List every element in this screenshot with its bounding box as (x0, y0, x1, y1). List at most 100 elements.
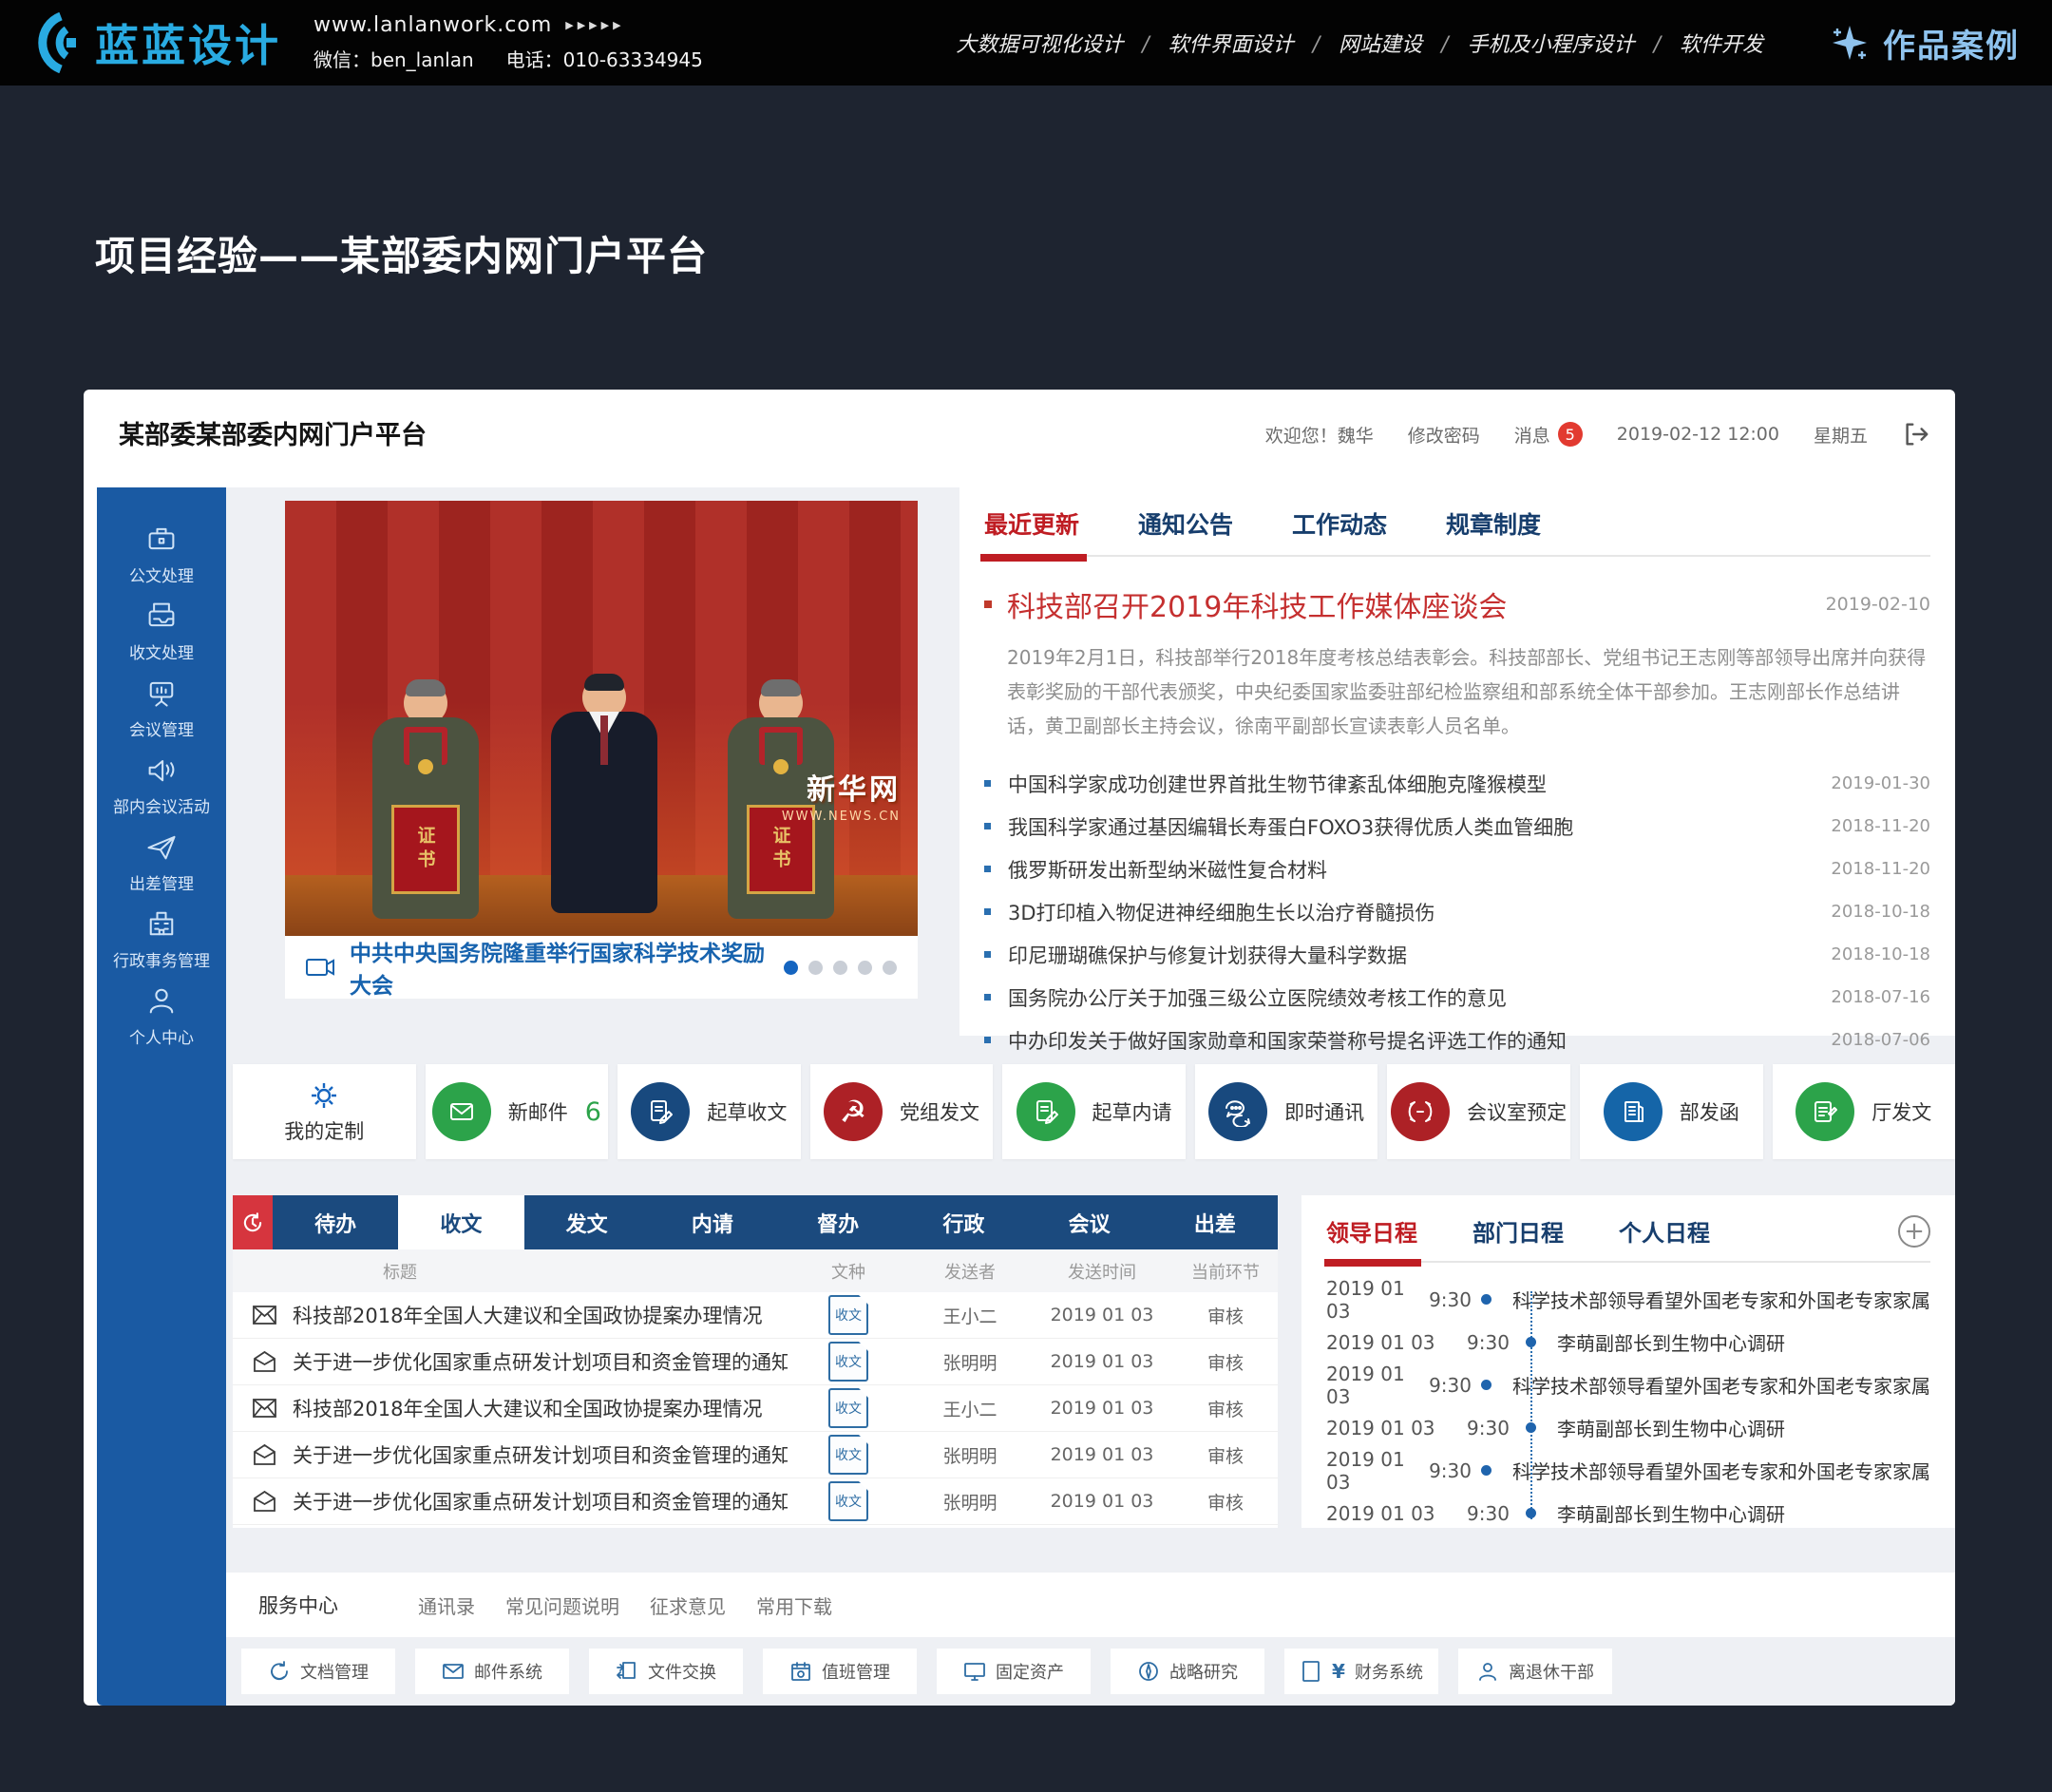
nav-item-dev[interactable]: 软件开发 (1635, 28, 1763, 58)
carousel-caption[interactable]: 中共中央国务院隆重举行国家科学技术奖励大会 (350, 935, 769, 1000)
bullet-icon (984, 780, 991, 787)
schedule-entry[interactable]: 2019 01 03 9:30 科学技术部领导看望外国老专家和外国老专家家属 (1326, 1449, 1930, 1492)
retired-cadres-button[interactable]: 离退休干部 (1458, 1649, 1612, 1694)
sidebar-item-meeting-mgmt[interactable]: 会议管理 (129, 676, 194, 740)
table-row[interactable]: 科技部2018年全国人大建议和全国政协提案办理情况 收文 王小二 2019 01… (233, 1385, 1278, 1432)
change-password-link[interactable]: 修改密码 (1408, 422, 1480, 448)
nav-item-mobile[interactable]: 手机及小程序设计 (1422, 28, 1634, 58)
tab-work-trends[interactable]: 工作动态 (1292, 506, 1387, 541)
schedule-entry[interactable]: 2019 01 03 9:30 科学技术部领导看望外国老专家和外国老专家家属 (1326, 1278, 1930, 1321)
messages-count-badge: 5 (1558, 422, 1583, 447)
tab-trips[interactable]: 出差 (1152, 1195, 1278, 1249)
carousel-dot[interactable] (784, 961, 798, 975)
messages-link[interactable]: 消息 5 (1514, 422, 1583, 448)
carousel-dot[interactable] (858, 961, 872, 975)
schedule-entry[interactable]: 2019 01 03 9:30 李萌副部长到生物中心调研 (1326, 1321, 1930, 1363)
tab-meetings[interactable]: 会议 (1027, 1195, 1152, 1249)
table-row[interactable]: 关于进一步优化国家重点研发计划项目和资金管理的通知 收文 张明明 2019 01… (233, 1432, 1278, 1478)
bullet-icon (984, 823, 991, 829)
nav-item-bigdata[interactable]: 大数据可视化设计 (956, 28, 1123, 58)
carousel-dot[interactable] (808, 961, 823, 975)
file-exchange-button[interactable]: 文件交换 (589, 1649, 743, 1694)
envelope-closed-icon (252, 1397, 277, 1420)
carousel-photo[interactable]: 证书 证书 新华网 WWW.NEWS.CN (285, 501, 918, 936)
calendar-icon (789, 1660, 812, 1683)
doc-management-button[interactable]: 文档管理 (241, 1649, 395, 1694)
tab-sent[interactable]: 发文 (524, 1195, 650, 1249)
xinhua-watermark: 新华网 WWW.NEWS.CN (782, 766, 901, 824)
tab-administration[interactable]: 行政 (901, 1195, 1026, 1249)
tab-recent-updates[interactable]: 最近更新 (984, 506, 1079, 541)
worklist-tabbar: 待办 收文 发文 内请 督办 行政 会议 出差 (233, 1195, 1278, 1249)
tab-notices[interactable]: 通知公告 (1138, 506, 1233, 541)
faq-link[interactable]: 常见问题说明 (505, 1592, 619, 1619)
mail-system-button[interactable]: 邮件系统 (415, 1649, 569, 1694)
certificate-folder: 证书 (391, 805, 460, 894)
worklist-panel: 待办 收文 发文 内请 督办 行政 会议 出差 标题 文种 发送者 发送时间 当… (233, 1195, 1278, 1528)
tab-personal-schedule[interactable]: 个人日程 (1619, 1214, 1710, 1248)
tab-supervision[interactable]: 督办 (775, 1195, 901, 1249)
headline-title[interactable]: 科技部召开2019年科技工作媒体座谈会 (1007, 583, 1507, 625)
my-customization-button[interactable]: 我的定制 (233, 1064, 416, 1159)
bullet-icon (984, 908, 991, 915)
sidebar-item-received-docs[interactable]: 收文处理 (129, 599, 194, 663)
sidebar-item-business-trip[interactable]: 出差管理 (129, 829, 194, 894)
party-doc-button[interactable]: ☭ 党组发文 (810, 1064, 994, 1159)
website-url[interactable]: www.lanlanwork.com (314, 13, 552, 37)
table-row[interactable]: 关于进一步优化国家重点研发计划项目和资金管理的通知 收文 张明明 2019 01… (233, 1339, 1278, 1385)
portfolio-link[interactable]: 作品案例 (1830, 20, 2020, 67)
add-schedule-icon[interactable]: + (1898, 1215, 1930, 1248)
top-nav: 大数据可视化设计 软件界面设计 网站建设 手机及小程序设计 软件开发 (956, 28, 1763, 58)
fixed-assets-button[interactable]: 固定资产 (937, 1649, 1091, 1694)
nav-item-software-ui[interactable]: 软件界面设计 (1123, 28, 1293, 58)
tab-received[interactable]: 收文 (398, 1195, 523, 1249)
new-mail-button[interactable]: 新邮件 6 (426, 1064, 609, 1159)
office-doc-button[interactable]: 厅发文 (1773, 1064, 1956, 1159)
carousel-dots (784, 961, 897, 975)
sidebar-item-official-docs[interactable]: 公文处理 (129, 522, 194, 586)
draft-incoming-button[interactable]: 起草收文 (618, 1064, 801, 1159)
strategy-research-button[interactable]: 战略研究 (1111, 1649, 1264, 1694)
tab-department-schedule[interactable]: 部门日程 (1472, 1214, 1564, 1248)
table-row[interactable]: 关于进一步优化国家重点研发计划项目和资金管理的通知 收文 张明明 2019 01… (233, 1478, 1278, 1525)
sidebar-item-personal-center[interactable]: 个人中心 (129, 983, 194, 1048)
news-carousel: 证书 证书 新华网 WWW.NEWS.CN (285, 501, 918, 999)
tab-internal-request[interactable]: 内请 (650, 1195, 775, 1249)
contacts-link[interactable]: 通讯录 (418, 1592, 475, 1619)
news-tabs: 最近更新 通知公告 工作动态 规章制度 (984, 487, 1930, 557)
ministry-letter-button[interactable]: 部发函 (1580, 1064, 1763, 1159)
presentation-icon (144, 676, 179, 710)
meeting-room-booking-button[interactable]: 会议室预定 (1387, 1064, 1570, 1159)
doc-type-badge: 收文 (828, 1295, 868, 1335)
finance-system-button[interactable]: ¥ 财务系统 (1284, 1649, 1438, 1694)
footer-apps-row: 文档管理 邮件系统 文件交换 值班管理 固定资产 战略研究 (226, 1637, 1955, 1706)
carousel-dot[interactable] (883, 961, 897, 975)
service-center-link[interactable]: 服务中心 (258, 1591, 418, 1619)
feedback-link[interactable]: 征求意见 (650, 1592, 726, 1619)
party-emblem-icon: ☭ (824, 1082, 883, 1141)
news-list: 中国科学家成功创建世界首批生物节律紊乱体细胞克隆猴模型 2019-01-30 我… (984, 762, 1930, 1061)
schedule-entry[interactable]: 2019 01 03 9:30 李萌副部长到生物中心调研 (1326, 1492, 1930, 1535)
tab-rules[interactable]: 规章制度 (1446, 506, 1541, 541)
logout-icon[interactable] (1902, 420, 1930, 448)
sidebar-item-admin-affairs[interactable]: 行政事务管理 (113, 906, 210, 971)
lanlan-logo-icon (28, 12, 84, 73)
table-row[interactable]: 科技部2018年全国人大建议和全国政协提案办理情况 收文 王小二 2019 01… (233, 1292, 1278, 1339)
nav-item-website[interactable]: 网站建设 (1294, 28, 1422, 58)
quick-actions: 我的定制 新邮件 6 起草收文 ☭ 党组发文 (233, 1064, 1955, 1159)
downloads-link[interactable]: 常用下载 (756, 1592, 832, 1619)
schedule-entry[interactable]: 2019 01 03 9:30 科学技术部领导看望外国老专家和外国老专家家属 (1326, 1363, 1930, 1406)
draft-internal-button[interactable]: 起草内请 (1002, 1064, 1186, 1159)
timeline-line (1530, 1291, 1532, 1519)
duty-management-button[interactable]: 值班管理 (763, 1649, 917, 1694)
carousel-dot[interactable] (833, 961, 847, 975)
brand[interactable]: 蓝蓝设计 (28, 11, 281, 74)
tab-todo[interactable]: 待办 (273, 1195, 398, 1249)
tab-leader-schedule[interactable]: 领导日程 (1326, 1214, 1417, 1248)
doc-pen-icon (1016, 1082, 1075, 1141)
top-banner: 蓝蓝设计 www.lanlanwork.com ▶▶▶▶▶ 微信：ben_lan… (0, 0, 2052, 86)
schedule-entry[interactable]: 2019 01 03 9:30 李萌副部长到生物中心调研 (1326, 1406, 1930, 1449)
pending-clock-icon[interactable] (233, 1195, 273, 1249)
instant-messaging-button[interactable]: 即时通讯 (1195, 1064, 1378, 1159)
sidebar-item-internal-meetings[interactable]: 部内会议活动 (113, 753, 210, 817)
